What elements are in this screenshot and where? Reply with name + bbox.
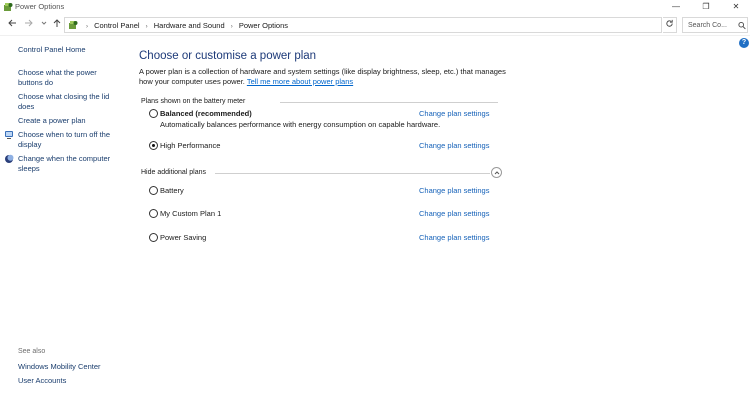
group-divider: [215, 173, 490, 174]
maximize-button[interactable]: ❐: [692, 0, 720, 14]
recent-locations-button[interactable]: [38, 18, 50, 32]
plan-radio-battery[interactable]: [149, 186, 158, 195]
plan-radio-my-custom-plan-1[interactable]: [149, 209, 158, 218]
sidebar-item-create-plan[interactable]: Create a power plan: [18, 116, 86, 126]
see-also-user-accounts[interactable]: User Accounts: [18, 376, 66, 386]
sidebar-item-turn-off-display[interactable]: Choose when to turn off the display: [18, 130, 118, 149]
change-plan-settings-my-custom-plan-1[interactable]: Change plan settings: [419, 209, 489, 218]
plan-name: Power Saving: [160, 233, 207, 242]
battery-plans-group-label: Plans shown on the battery meter: [141, 98, 250, 105]
display-settings-icon: [5, 131, 13, 139]
chevron-right-icon[interactable]: ›: [146, 24, 148, 30]
plan-radio-balanced[interactable]: [149, 109, 158, 118]
plan-name: High Performance: [160, 141, 221, 150]
breadcrumb-power-options[interactable]: Power Options: [239, 21, 288, 30]
navigation-bar: › Control Panel › Hardware and Sound › P…: [0, 16, 750, 34]
address-bar[interactable]: › Control Panel › Hardware and Sound › P…: [64, 17, 721, 33]
window-title: Power Options: [15, 2, 65, 11]
see-also-label: See also: [18, 348, 46, 355]
sidebar-item-closing-lid[interactable]: Choose what closing the lid does: [18, 92, 118, 111]
change-plan-settings-battery[interactable]: Change plan settings: [419, 186, 489, 195]
search-box[interactable]: Search Co...: [682, 17, 748, 33]
change-plan-settings-power-saving[interactable]: Change plan settings: [419, 233, 489, 242]
minimize-button[interactable]: —: [662, 0, 690, 14]
plan-radio-power-saving[interactable]: [149, 233, 158, 242]
plan-description: Automatically balances performance with …: [160, 120, 441, 129]
chevron-right-icon: ›: [86, 24, 88, 30]
refresh-icon: [666, 19, 673, 27]
help-icon[interactable]: ?: [739, 38, 749, 48]
chevron-right-icon[interactable]: ›: [231, 24, 233, 30]
breadcrumb: › Control Panel › Hardware and Sound › P…: [82, 21, 288, 30]
title-bar: Power Options — ❐ ✕: [0, 0, 750, 14]
up-button[interactable]: [51, 18, 63, 32]
sidebar-item-control-panel-home[interactable]: Control Panel Home: [18, 45, 86, 55]
arrow-right-icon: [25, 19, 33, 27]
breadcrumb-control-panel[interactable]: Control Panel: [94, 21, 139, 30]
close-button[interactable]: ✕: [722, 0, 750, 14]
hide-plans-group-label[interactable]: Hide additional plans: [141, 169, 210, 176]
forward-button[interactable]: [23, 18, 35, 32]
page-description: A power plan is a collection of hardware…: [139, 67, 519, 86]
chevron-down-icon: [41, 21, 47, 25]
plan-name: Battery: [160, 186, 184, 195]
arrow-left-icon: [8, 19, 16, 27]
see-also-mobility-center[interactable]: Windows Mobility Center: [18, 362, 101, 372]
change-plan-settings-balanced[interactable]: Change plan settings: [419, 109, 489, 118]
plan-name: Balanced (recommended): [160, 109, 252, 118]
arrow-up-icon: [53, 19, 61, 27]
power-options-icon: [69, 21, 78, 29]
search-icon[interactable]: [738, 21, 746, 30]
left-panel: Control Panel Home Choose what the power…: [0, 36, 130, 396]
collapse-chevron-up-icon[interactable]: [491, 167, 502, 178]
page-title: Choose or customise a power plan: [139, 50, 317, 62]
back-button[interactable]: [6, 18, 18, 32]
breadcrumb-hardware-and-sound[interactable]: Hardware and Sound: [154, 21, 225, 30]
search-input[interactable]: Search Co...: [688, 22, 727, 29]
power-options-icon: [4, 3, 13, 11]
change-plan-settings-high-performance[interactable]: Change plan settings: [419, 141, 489, 150]
learn-more-link[interactable]: Tell me more about power plans: [247, 77, 353, 86]
plan-radio-high-performance[interactable]: [149, 141, 158, 150]
sidebar-item-power-buttons[interactable]: Choose what the power buttons do: [18, 68, 118, 87]
plan-name: My Custom Plan 1: [160, 209, 222, 218]
refresh-button[interactable]: [663, 17, 677, 33]
sleep-moon-icon: [5, 154, 14, 163]
group-divider: [280, 102, 498, 103]
sidebar-item-computer-sleeps[interactable]: Change when the computer sleeps: [18, 154, 118, 173]
